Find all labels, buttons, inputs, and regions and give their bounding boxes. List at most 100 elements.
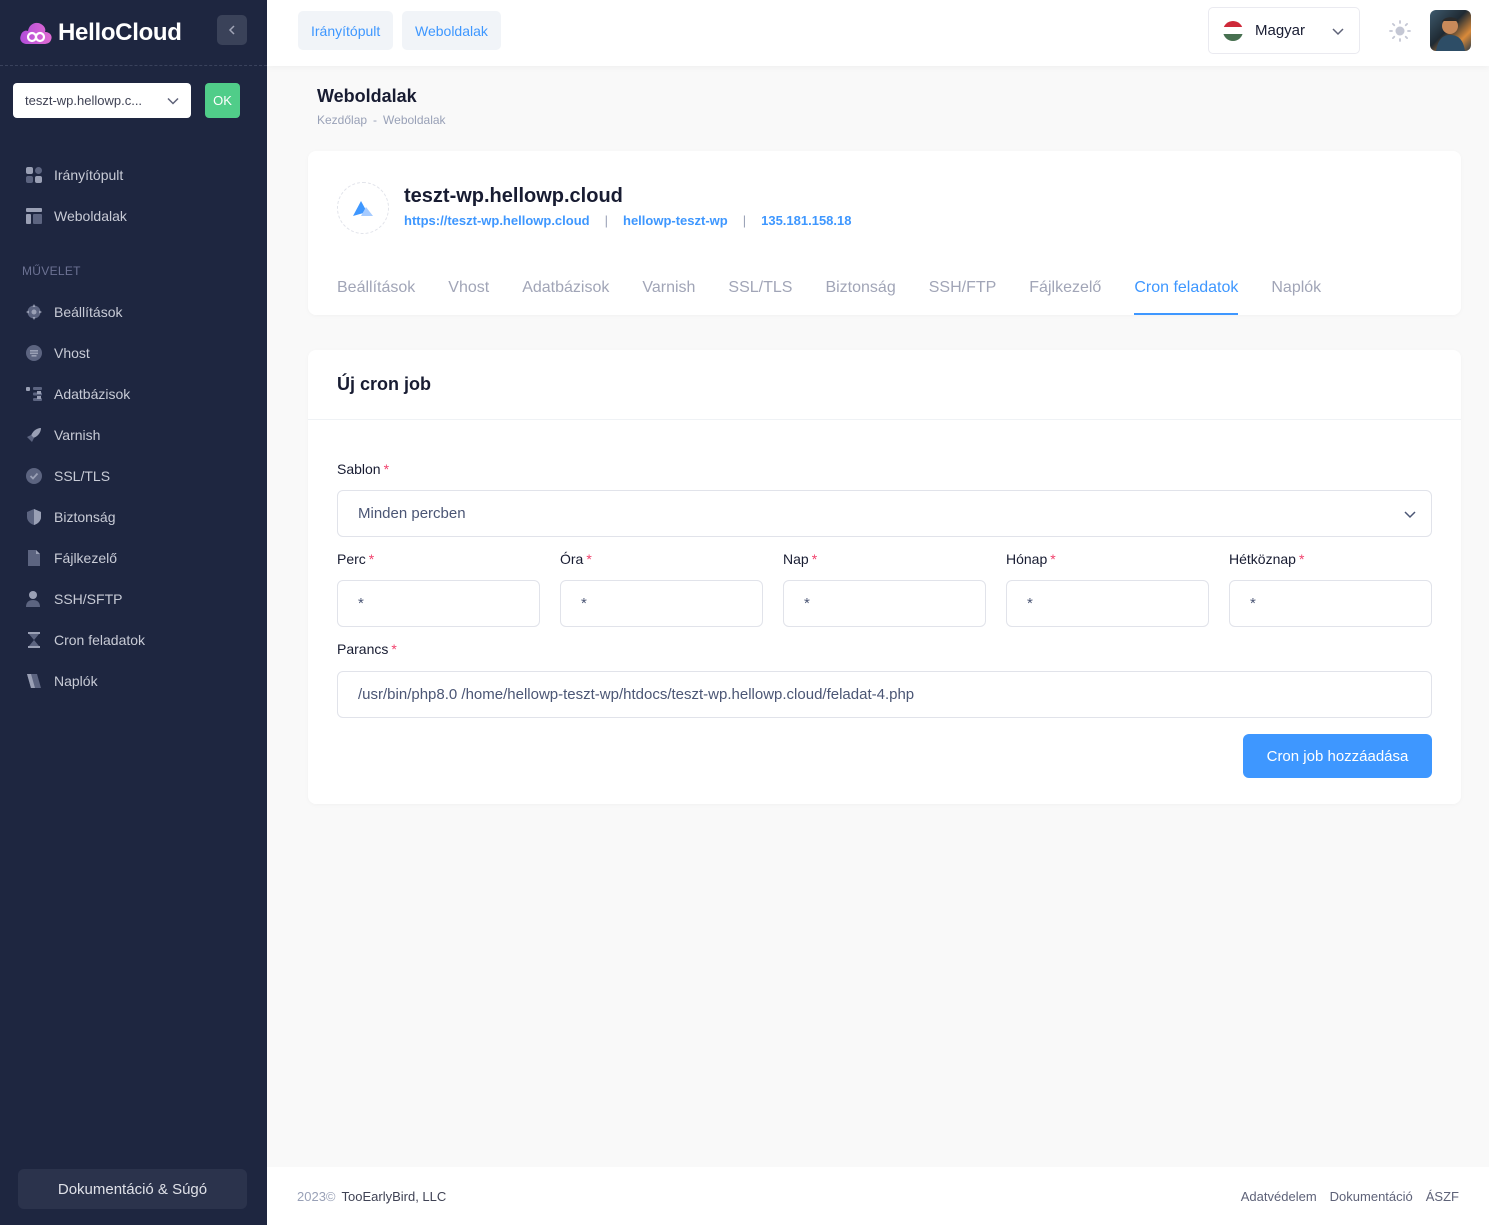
required-mark: * <box>368 551 375 567</box>
server-icon <box>25 344 43 362</box>
template-select-value: Minden percben <box>358 505 466 522</box>
required-mark: * <box>383 461 390 477</box>
minute-label-text: Perc <box>337 551 366 567</box>
sidebar: HelloCloud teszt-wp.hellowp.c... OK Irán… <box>0 0 267 1225</box>
required-mark: * <box>1298 551 1305 567</box>
day-field[interactable]: * <box>783 580 986 627</box>
footer-link-terms[interactable]: ÁSZF <box>1426 1189 1459 1204</box>
language-value: Magyar <box>1255 22 1306 39</box>
header-nav-websites[interactable]: Weboldalak <box>402 11 501 50</box>
sun-icon[interactable] <box>1388 19 1412 43</box>
tab-settings[interactable]: Beállítások <box>337 267 415 315</box>
sidebar-item-ssl[interactable]: SSL/TLS <box>0 455 267 496</box>
tab-vhost[interactable]: Vhost <box>448 267 489 315</box>
site-url-link[interactable]: https://teszt-wp.hellowp.cloud <box>404 213 590 228</box>
sidebar-item-dashboard[interactable]: Irányítópult <box>0 154 267 195</box>
required-mark: * <box>391 641 397 657</box>
sidebar-item-databases[interactable]: Adatbázisok <box>0 373 267 414</box>
hourglass-icon <box>25 631 43 649</box>
month-label: Hónap * <box>1006 551 1056 567</box>
logo-row: HelloCloud <box>0 0 267 66</box>
weekday-field[interactable]: * <box>1229 580 1432 627</box>
tab-cron[interactable]: Cron feladatok <box>1134 267 1239 315</box>
rocket-icon <box>25 426 43 444</box>
site-overview-card: teszt-wp.hellowp.cloud https://teszt-wp.… <box>308 151 1461 315</box>
command-label-text: Parancs <box>337 641 389 657</box>
required-mark: * <box>811 551 818 567</box>
language-select[interactable]: Magyar <box>1208 7 1360 54</box>
tab-file-manager[interactable]: Fájlkezelő <box>1029 267 1101 315</box>
user-key-icon <box>25 590 43 608</box>
documentation-help-button[interactable]: Dokumentáció & Súgó <box>18 1169 247 1209</box>
breadcrumb-home[interactable]: Kezdőlap <box>317 113 367 127</box>
sidebar-item-cron[interactable]: Cron feladatok <box>0 619 267 660</box>
tab-varnish[interactable]: Varnish <box>642 267 695 315</box>
weekday-label: Hétköznap * <box>1229 551 1304 567</box>
ok-button[interactable]: OK <box>205 83 240 118</box>
site-logo <box>337 182 389 234</box>
template-select[interactable]: Minden percben <box>337 490 1432 537</box>
sidebar-top-nav: Irányítópult Weboldalak <box>0 154 267 236</box>
template-label-text: Sablon <box>337 461 381 477</box>
weekday-label-text: Hétköznap <box>1229 551 1296 567</box>
footer-link-privacy[interactable]: Adatvédelem <box>1241 1189 1317 1204</box>
sidebar-item-security[interactable]: Biztonság <box>0 496 267 537</box>
month-value: * <box>1027 595 1033 612</box>
site-selector-row: teszt-wp.hellowp.c... OK <box>13 83 240 118</box>
breadcrumb: Kezdőlap - Weboldalak <box>317 113 446 127</box>
sidebar-item-settings[interactable]: Beállítások <box>0 291 267 332</box>
sidebar-item-label: Irányítópult <box>54 166 124 183</box>
site-select-value: teszt-wp.hellowp.c... <box>25 93 143 108</box>
weekday-value: * <box>1250 595 1256 612</box>
sidebar-item-label: Weboldalak <box>54 207 127 224</box>
month-field[interactable]: * <box>1006 580 1209 627</box>
command-value: /usr/bin/php8.0 /home/hellowp-teszt-wp/h… <box>358 686 915 703</box>
user-avatar[interactable] <box>1430 10 1471 51</box>
footer-company-link[interactable]: TooEarlyBird, LLC <box>342 1189 447 1204</box>
cloud-logo-icon <box>20 22 52 44</box>
sidebar-operation-nav: Beállítások Vhost Adatbázisok Varnish SS… <box>0 291 267 701</box>
hour-field[interactable]: * <box>560 580 763 627</box>
gear-icon <box>25 303 43 321</box>
template-label: Sablon * <box>337 461 389 477</box>
hour-value: * <box>581 595 587 612</box>
add-cron-job-button[interactable]: Cron job hozzáadása <box>1243 734 1432 778</box>
sidebar-item-logs[interactable]: Naplók <box>0 660 267 701</box>
tab-databases[interactable]: Adatbázisok <box>522 267 609 315</box>
sidebar-item-label: Adatbázisok <box>54 385 131 402</box>
sidebar-section-label: MŰVELET <box>22 264 81 278</box>
sidebar-item-label: Vhost <box>54 344 90 361</box>
chevron-down-icon <box>167 97 179 105</box>
site-tabs: Beállítások Vhost Adatbázisok Varnish SS… <box>337 267 1354 315</box>
site-name: teszt-wp.hellowp.cloud <box>404 185 623 207</box>
sidebar-item-label: Fájlkezelő <box>54 549 118 566</box>
brand-name: HelloCloud <box>58 18 182 46</box>
sidebar-collapse-button[interactable] <box>217 15 247 45</box>
form-title: Új cron job <box>308 350 1461 420</box>
command-field[interactable]: /usr/bin/php8.0 /home/hellowp-teszt-wp/h… <box>337 671 1432 718</box>
tab-logs[interactable]: Naplók <box>1271 267 1321 315</box>
sidebar-item-file-manager[interactable]: Fájlkezelő <box>0 537 267 578</box>
meta-separator: | <box>742 213 747 228</box>
minute-field[interactable]: * <box>337 580 540 627</box>
site-user-link[interactable]: hellowp-teszt-wp <box>623 213 728 228</box>
site-ip-link[interactable]: 135.181.158.18 <box>761 213 851 228</box>
sidebar-item-websites[interactable]: Weboldalak <box>0 195 267 236</box>
required-mark: * <box>1050 551 1056 567</box>
layout-icon <box>25 207 43 225</box>
site-select[interactable]: teszt-wp.hellowp.c... <box>13 83 191 118</box>
minute-value: * <box>358 595 364 612</box>
database-icon <box>25 385 43 403</box>
sidebar-item-label: Beállítások <box>54 303 123 320</box>
sidebar-item-label: Varnish <box>54 426 101 443</box>
tab-ssh-ftp[interactable]: SSH/FTP <box>929 267 997 315</box>
footer-link-documentation[interactable]: Dokumentáció <box>1330 1189 1413 1204</box>
tab-ssl[interactable]: SSL/TLS <box>728 267 792 315</box>
tab-security[interactable]: Biztonság <box>825 267 895 315</box>
sidebar-item-ssh[interactable]: SSH/SFTP <box>0 578 267 619</box>
footer-year: 2023© <box>297 1188 336 1204</box>
meta-separator: | <box>604 213 608 228</box>
header-nav-dashboard[interactable]: Irányítópult <box>298 11 394 50</box>
sidebar-item-vhost[interactable]: Vhost <box>0 332 267 373</box>
sidebar-item-varnish[interactable]: Varnish <box>0 414 267 455</box>
